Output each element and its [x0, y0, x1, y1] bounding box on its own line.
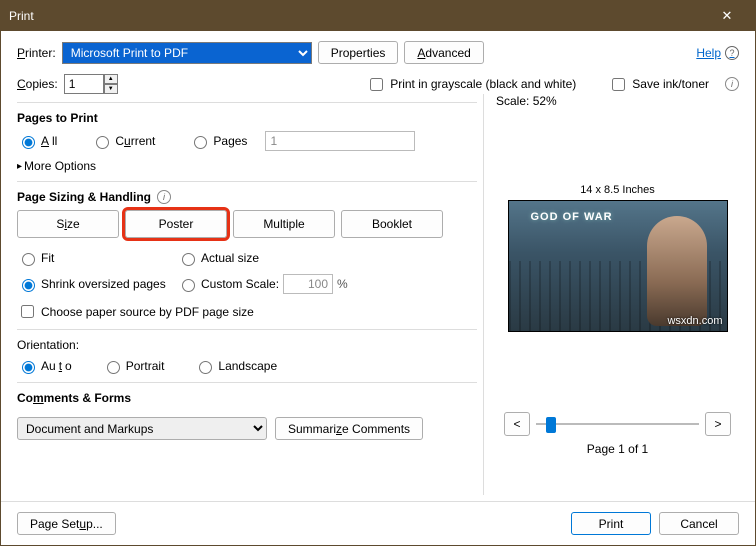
poster-button[interactable]: Poster: [125, 210, 227, 238]
copies-row: Copies: ▲ ▼ Print in grayscale (black an…: [17, 74, 739, 94]
next-page-button[interactable]: >: [705, 412, 731, 436]
preview-logo: GOD OF WAR: [531, 211, 613, 223]
custom-scale-input[interactable]: [283, 274, 333, 294]
page-indicator: Page 1 of 1: [496, 442, 739, 456]
sizing-title: Page Sizing & Handling: [17, 190, 151, 204]
titlebar: Print ✕: [1, 1, 755, 31]
sizing-options: Fit Actual size Shrink oversized pages C…: [17, 250, 477, 321]
more-options-toggle[interactable]: ▸ More Options: [17, 159, 477, 173]
summarize-comments-button[interactable]: Summarize Comments: [275, 417, 423, 440]
page-setup-button[interactable]: Page Setup...: [17, 512, 116, 535]
radio-pages[interactable]: Pages: [189, 133, 247, 149]
help-icon: ?: [725, 46, 739, 60]
comments-title: Comments & Forms: [17, 391, 477, 405]
comments-select[interactable]: Document and Markups: [17, 417, 267, 440]
printer-row: Printer: Microsoft Print to PDF Properti…: [17, 41, 739, 64]
copies-spinner[interactable]: ▲ ▼: [64, 74, 118, 94]
orientation-title: Orientation:: [17, 338, 477, 352]
radio-fit[interactable]: Fit: [17, 250, 177, 266]
window-title: Print: [9, 9, 707, 23]
radio-auto[interactable]: Auto: [17, 358, 72, 374]
pages-to-print-title: Pages to Print: [17, 111, 477, 125]
triangle-right-icon: ▸: [17, 161, 22, 172]
footer: Page Setup... Print Cancel: [1, 501, 755, 545]
radio-custom-scale[interactable]: Custom Scale:: [177, 276, 279, 292]
radio-actual-size[interactable]: Actual size: [177, 250, 337, 266]
pages-to-print-options: All Current Pages: [17, 131, 477, 151]
size-button[interactable]: Size: [17, 210, 119, 238]
sizing-segmented: Size Poster Multiple Booklet: [17, 210, 477, 238]
info-icon[interactable]: i: [157, 190, 171, 204]
preview-image: GOD OF WAR wsxdn.com: [508, 200, 728, 332]
save-ink-checkbox[interactable]: Save ink/toner: [608, 75, 709, 94]
orientation-options: Auto Portrait Landscape: [17, 358, 477, 374]
comments-row: Document and Markups Summarize Comments: [17, 417, 477, 440]
preview-nav: < >: [496, 412, 739, 436]
radio-current[interactable]: Current: [91, 133, 155, 149]
preview-dimensions: 14 x 8.5 Inches: [496, 184, 739, 196]
prev-page-button[interactable]: <: [504, 412, 530, 436]
pages-input[interactable]: [265, 131, 415, 151]
properties-button[interactable]: Properties: [318, 41, 399, 64]
scale-display: Scale: 52%: [496, 94, 739, 108]
preview-pane: Scale: 52% 14 x 8.5 Inches GOD OF WAR ws…: [483, 94, 739, 495]
page-slider[interactable]: [536, 414, 699, 434]
copies-down-icon[interactable]: ▼: [104, 84, 118, 94]
grayscale-checkbox[interactable]: Print in grayscale (black and white): [366, 75, 576, 94]
copies-input[interactable]: [64, 74, 104, 94]
printer-select[interactable]: Microsoft Print to PDF: [62, 42, 312, 64]
help-link[interactable]: Help ?: [696, 46, 739, 60]
watermark: wsxdn.com: [667, 315, 722, 327]
booklet-button[interactable]: Booklet: [341, 210, 443, 238]
info-icon[interactable]: i: [725, 77, 739, 91]
copies-up-icon[interactable]: ▲: [104, 74, 118, 84]
dialog-body: Printer: Microsoft Print to PDF Properti…: [1, 31, 755, 501]
print-button[interactable]: Print: [571, 512, 651, 535]
radio-landscape[interactable]: Landscape: [194, 358, 277, 374]
multiple-button[interactable]: Multiple: [233, 210, 335, 238]
print-dialog: Print ✕ Printer: Microsoft Print to PDF …: [0, 0, 756, 546]
cancel-button[interactable]: Cancel: [659, 512, 739, 535]
close-icon[interactable]: ✕: [707, 8, 747, 24]
printer-label: Printer:: [17, 46, 56, 60]
choose-paper-source-checkbox[interactable]: Choose paper source by PDF page size: [17, 302, 477, 321]
advanced-button[interactable]: Advanced: [404, 41, 483, 64]
radio-portrait[interactable]: Portrait: [102, 358, 165, 374]
percent-label: %: [337, 277, 348, 291]
copies-label: Copies:: [17, 77, 58, 91]
radio-all[interactable]: All: [17, 133, 57, 149]
slider-thumb-icon[interactable]: [546, 417, 556, 433]
radio-shrink[interactable]: Shrink oversized pages: [17, 276, 177, 292]
